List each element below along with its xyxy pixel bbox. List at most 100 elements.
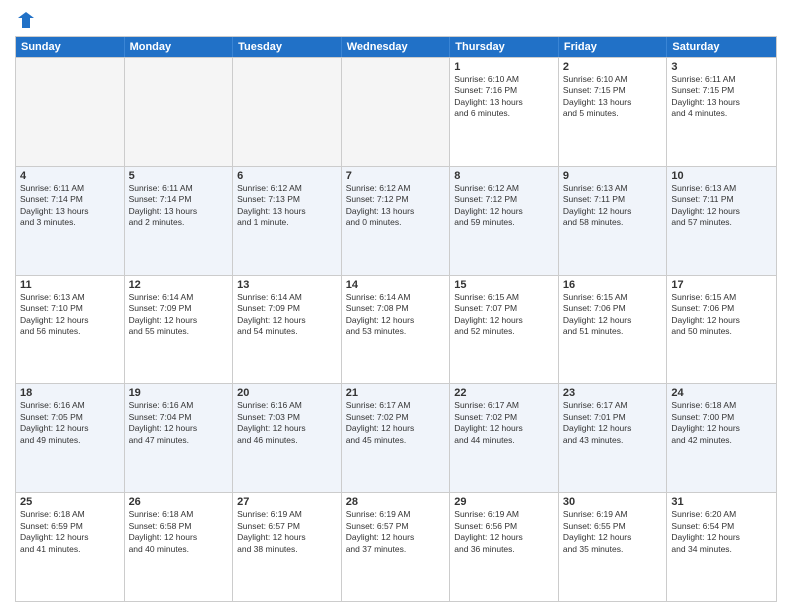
calendar-cell-empty [16, 58, 125, 166]
day-number: 15 [454, 279, 554, 291]
calendar-row-2: 11Sunrise: 6:13 AM Sunset: 7:10 PM Dayli… [16, 275, 776, 384]
day-number: 18 [20, 387, 120, 399]
calendar-cell-day-19: 19Sunrise: 6:16 AM Sunset: 7:04 PM Dayli… [125, 384, 234, 492]
day-info: Sunrise: 6:15 AM Sunset: 7:06 PM Dayligh… [671, 292, 772, 338]
day-number: 17 [671, 279, 772, 291]
day-number: 9 [563, 170, 663, 182]
calendar-cell-day-29: 29Sunrise: 6:19 AM Sunset: 6:56 PM Dayli… [450, 493, 559, 601]
calendar-cell-day-16: 16Sunrise: 6:15 AM Sunset: 7:06 PM Dayli… [559, 276, 668, 384]
calendar-cell-day-8: 8Sunrise: 6:12 AM Sunset: 7:12 PM Daylig… [450, 167, 559, 275]
calendar-cell-day-10: 10Sunrise: 6:13 AM Sunset: 7:11 PM Dayli… [667, 167, 776, 275]
day-info: Sunrise: 6:19 AM Sunset: 6:57 PM Dayligh… [346, 509, 446, 555]
day-number: 28 [346, 496, 446, 508]
day-info: Sunrise: 6:19 AM Sunset: 6:56 PM Dayligh… [454, 509, 554, 555]
calendar-body: 1Sunrise: 6:10 AM Sunset: 7:16 PM Daylig… [16, 57, 776, 601]
calendar-cell-day-12: 12Sunrise: 6:14 AM Sunset: 7:09 PM Dayli… [125, 276, 234, 384]
calendar-cell-empty [233, 58, 342, 166]
calendar-cell-day-4: 4Sunrise: 6:11 AM Sunset: 7:14 PM Daylig… [16, 167, 125, 275]
day-info: Sunrise: 6:15 AM Sunset: 7:07 PM Dayligh… [454, 292, 554, 338]
day-info: Sunrise: 6:18 AM Sunset: 6:59 PM Dayligh… [20, 509, 120, 555]
day-info: Sunrise: 6:18 AM Sunset: 6:58 PM Dayligh… [129, 509, 229, 555]
day-info: Sunrise: 6:16 AM Sunset: 7:03 PM Dayligh… [237, 400, 337, 446]
calendar-cell-day-24: 24Sunrise: 6:18 AM Sunset: 7:00 PM Dayli… [667, 384, 776, 492]
day-number: 22 [454, 387, 554, 399]
day-number: 8 [454, 170, 554, 182]
calendar-cell-day-27: 27Sunrise: 6:19 AM Sunset: 6:57 PM Dayli… [233, 493, 342, 601]
calendar-cell-day-21: 21Sunrise: 6:17 AM Sunset: 7:02 PM Dayli… [342, 384, 451, 492]
day-info: Sunrise: 6:10 AM Sunset: 7:16 PM Dayligh… [454, 74, 554, 120]
calendar-cell-day-5: 5Sunrise: 6:11 AM Sunset: 7:14 PM Daylig… [125, 167, 234, 275]
day-info: Sunrise: 6:17 AM Sunset: 7:01 PM Dayligh… [563, 400, 663, 446]
day-info: Sunrise: 6:11 AM Sunset: 7:14 PM Dayligh… [20, 183, 120, 229]
day-info: Sunrise: 6:14 AM Sunset: 7:09 PM Dayligh… [129, 292, 229, 338]
day-number: 14 [346, 279, 446, 291]
day-info: Sunrise: 6:18 AM Sunset: 7:00 PM Dayligh… [671, 400, 772, 446]
calendar-row-1: 4Sunrise: 6:11 AM Sunset: 7:14 PM Daylig… [16, 166, 776, 275]
day-number: 11 [20, 279, 120, 291]
calendar-cell-day-9: 9Sunrise: 6:13 AM Sunset: 7:11 PM Daylig… [559, 167, 668, 275]
day-number: 10 [671, 170, 772, 182]
day-info: Sunrise: 6:11 AM Sunset: 7:15 PM Dayligh… [671, 74, 772, 120]
day-number: 3 [671, 61, 772, 73]
calendar-header-thursday: Thursday [450, 37, 559, 57]
day-number: 23 [563, 387, 663, 399]
day-info: Sunrise: 6:17 AM Sunset: 7:02 PM Dayligh… [454, 400, 554, 446]
logo-flag-icon [16, 10, 36, 30]
day-number: 20 [237, 387, 337, 399]
calendar-cell-day-28: 28Sunrise: 6:19 AM Sunset: 6:57 PM Dayli… [342, 493, 451, 601]
day-number: 13 [237, 279, 337, 291]
calendar-cell-day-14: 14Sunrise: 6:14 AM Sunset: 7:08 PM Dayli… [342, 276, 451, 384]
calendar-row-3: 18Sunrise: 6:16 AM Sunset: 7:05 PM Dayli… [16, 383, 776, 492]
day-number: 2 [563, 61, 663, 73]
day-info: Sunrise: 6:20 AM Sunset: 6:54 PM Dayligh… [671, 509, 772, 555]
calendar-cell-empty [125, 58, 234, 166]
day-number: 29 [454, 496, 554, 508]
day-number: 31 [671, 496, 772, 508]
day-info: Sunrise: 6:12 AM Sunset: 7:12 PM Dayligh… [346, 183, 446, 229]
calendar-cell-day-2: 2Sunrise: 6:10 AM Sunset: 7:15 PM Daylig… [559, 58, 668, 166]
calendar-cell-day-18: 18Sunrise: 6:16 AM Sunset: 7:05 PM Dayli… [16, 384, 125, 492]
day-number: 16 [563, 279, 663, 291]
day-info: Sunrise: 6:11 AM Sunset: 7:14 PM Dayligh… [129, 183, 229, 229]
calendar-cell-day-13: 13Sunrise: 6:14 AM Sunset: 7:09 PM Dayli… [233, 276, 342, 384]
calendar-cell-day-23: 23Sunrise: 6:17 AM Sunset: 7:01 PM Dayli… [559, 384, 668, 492]
day-number: 27 [237, 496, 337, 508]
calendar-header-wednesday: Wednesday [342, 37, 451, 57]
day-number: 30 [563, 496, 663, 508]
day-info: Sunrise: 6:12 AM Sunset: 7:12 PM Dayligh… [454, 183, 554, 229]
day-number: 1 [454, 61, 554, 73]
calendar-header-tuesday: Tuesday [233, 37, 342, 57]
calendar-cell-day-20: 20Sunrise: 6:16 AM Sunset: 7:03 PM Dayli… [233, 384, 342, 492]
day-number: 5 [129, 170, 229, 182]
calendar-header: SundayMondayTuesdayWednesdayThursdayFrid… [16, 37, 776, 57]
calendar-cell-day-1: 1Sunrise: 6:10 AM Sunset: 7:16 PM Daylig… [450, 58, 559, 166]
calendar-row-4: 25Sunrise: 6:18 AM Sunset: 6:59 PM Dayli… [16, 492, 776, 601]
day-number: 19 [129, 387, 229, 399]
calendar-header-friday: Friday [559, 37, 668, 57]
header [15, 10, 777, 30]
day-info: Sunrise: 6:13 AM Sunset: 7:11 PM Dayligh… [563, 183, 663, 229]
calendar: SundayMondayTuesdayWednesdayThursdayFrid… [15, 36, 777, 602]
page: SundayMondayTuesdayWednesdayThursdayFrid… [0, 0, 792, 612]
calendar-cell-day-25: 25Sunrise: 6:18 AM Sunset: 6:59 PM Dayli… [16, 493, 125, 601]
calendar-cell-day-17: 17Sunrise: 6:15 AM Sunset: 7:06 PM Dayli… [667, 276, 776, 384]
day-number: 21 [346, 387, 446, 399]
day-number: 6 [237, 170, 337, 182]
day-number: 26 [129, 496, 229, 508]
logo [15, 10, 37, 30]
logo-text [15, 10, 37, 30]
day-info: Sunrise: 6:12 AM Sunset: 7:13 PM Dayligh… [237, 183, 337, 229]
day-number: 24 [671, 387, 772, 399]
calendar-header-sunday: Sunday [16, 37, 125, 57]
day-number: 4 [20, 170, 120, 182]
day-info: Sunrise: 6:10 AM Sunset: 7:15 PM Dayligh… [563, 74, 663, 120]
day-info: Sunrise: 6:14 AM Sunset: 7:09 PM Dayligh… [237, 292, 337, 338]
calendar-cell-day-30: 30Sunrise: 6:19 AM Sunset: 6:55 PM Dayli… [559, 493, 668, 601]
calendar-header-monday: Monday [125, 37, 234, 57]
day-info: Sunrise: 6:16 AM Sunset: 7:05 PM Dayligh… [20, 400, 120, 446]
calendar-cell-day-6: 6Sunrise: 6:12 AM Sunset: 7:13 PM Daylig… [233, 167, 342, 275]
day-info: Sunrise: 6:13 AM Sunset: 7:10 PM Dayligh… [20, 292, 120, 338]
day-info: Sunrise: 6:17 AM Sunset: 7:02 PM Dayligh… [346, 400, 446, 446]
calendar-cell-day-31: 31Sunrise: 6:20 AM Sunset: 6:54 PM Dayli… [667, 493, 776, 601]
day-number: 25 [20, 496, 120, 508]
